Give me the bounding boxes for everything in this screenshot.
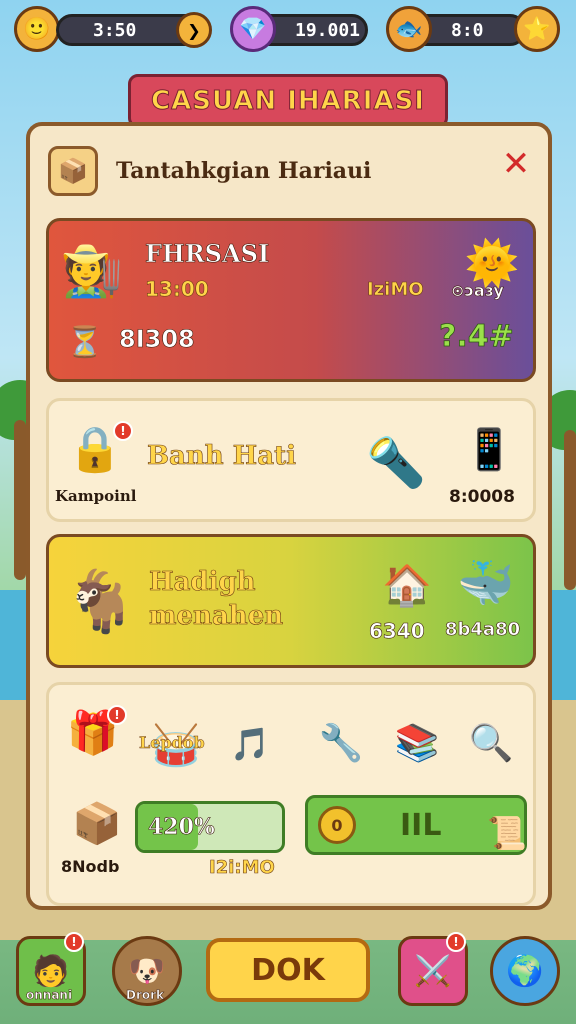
book-box-icon[interactable]: 📚 [389,715,445,771]
challenge-bonus: ⊙ɔaɜy [451,281,504,301]
coin-icon[interactable]: ❯ [176,12,212,48]
challenge-name: FHRSASI [145,239,270,269]
reward-amount-2: 8b4a80 [445,619,521,641]
avatar-icon[interactable]: 🙂 [14,6,60,52]
daily-panel: 📦 Tantahkgian Hariaui ✕ 🧑‍🌾 FHRSASI 13:0… [26,122,552,910]
challenge-time: 13:00 [145,277,209,302]
top-resource-bar: 🙂 3:50 ❯ 19.001 💎 8:0 🐟 ⭐ [10,6,566,52]
scroll-icon: 📜 [487,814,527,852]
challenge-label-right: IziMO [367,279,424,301]
close-button[interactable]: ✕ [496,144,536,184]
notification-badge: ! [113,421,133,441]
fish-icon[interactable]: 🐟 [386,6,432,52]
pet-label: Drork [126,988,165,1003]
progress-text: 420% [148,814,215,841]
reward-value: 8:0008 [449,487,515,507]
challenge-count: 8I308 [119,325,195,354]
gem-count: 19.001 [295,19,361,41]
challenge-multiplier: ?.4# [439,319,515,355]
crate-icon[interactable]: 📦 [67,795,127,851]
gem-icon[interactable]: 💎 [230,6,276,52]
character-icon: 🧑‍🌾 [60,241,124,300]
reward-title-line1: Hadigh [149,567,256,598]
spotlight-icon: 🔦 [366,434,426,491]
reward-amount-1: 6340 [369,619,425,644]
bottom-navigation: 🧑 ! onnani 🐶 Drork DOK ⚔️ ! 🌍 [0,930,576,1024]
card-title: Banh Hati [147,441,297,472]
claim-button-label: IIL [400,808,442,843]
house-icon: 🏠 [382,562,432,609]
magnifier-icon[interactable]: 🔍 [463,715,519,771]
tablet-icon: 📱 [464,426,514,473]
progress-bar: 420% [135,801,285,853]
crate-label: 8Nodb [61,857,120,876]
challenge-card-1[interactable]: 🧑‍🌾 FHRSASI 13:00 ⏳ 8I308 IziMO 🌞 ⊙ɔaɜy … [46,218,536,382]
challenge-card-2[interactable]: 🔒 ! Kampoinl Banh Hati 🔦 📱 8:0008 [46,398,536,522]
goat-character-icon: 🐐 [63,566,139,637]
panel-title: Tantahkgian Hariaui [116,158,372,184]
hourglass-icon: ⏳ [66,324,104,360]
energy-timer: 8:0 [451,19,484,41]
music-frame-icon[interactable]: 🎵 [225,719,275,769]
blue-creature-icon: 🐳 [457,555,515,610]
profile-label: onnani [26,988,73,1003]
title-ribbon: CASUAN IHARIASI [128,74,448,128]
item-label: Kampoinl [55,487,137,505]
reward-title-line2: menahen [149,601,284,632]
gift-badge: ! [107,705,127,725]
secondary-value: I2i:MO [209,857,275,879]
reward-card[interactable]: 🐐 Hadigh menahen 🏠 6340 🐳 8b4a80 [46,534,536,668]
coin-icon: 0 [318,806,356,844]
profile-badge: ! [64,932,84,952]
timer-value: 3:50 [93,19,137,41]
map-button[interactable]: 🌍 [490,936,560,1006]
star-icon[interactable]: ⭐ [514,6,560,52]
panel-header: 📦 Tantahkgian Hariaui ✕ [46,142,536,202]
item-tag: Lepdob [139,733,205,753]
ok-button[interactable]: DOK [206,938,370,1002]
cube-icon: 📦 [48,146,98,196]
page-title: CASUAN IHARIASI [151,86,425,117]
tools-icon[interactable]: 🔧 [313,715,369,771]
items-card: 🎁 ! 🥁 Lepdob 🎵 🔧 📚 🔍 📦 8Nodb 420% I2i:MO… [46,682,536,906]
swords-badge: ! [446,932,466,952]
